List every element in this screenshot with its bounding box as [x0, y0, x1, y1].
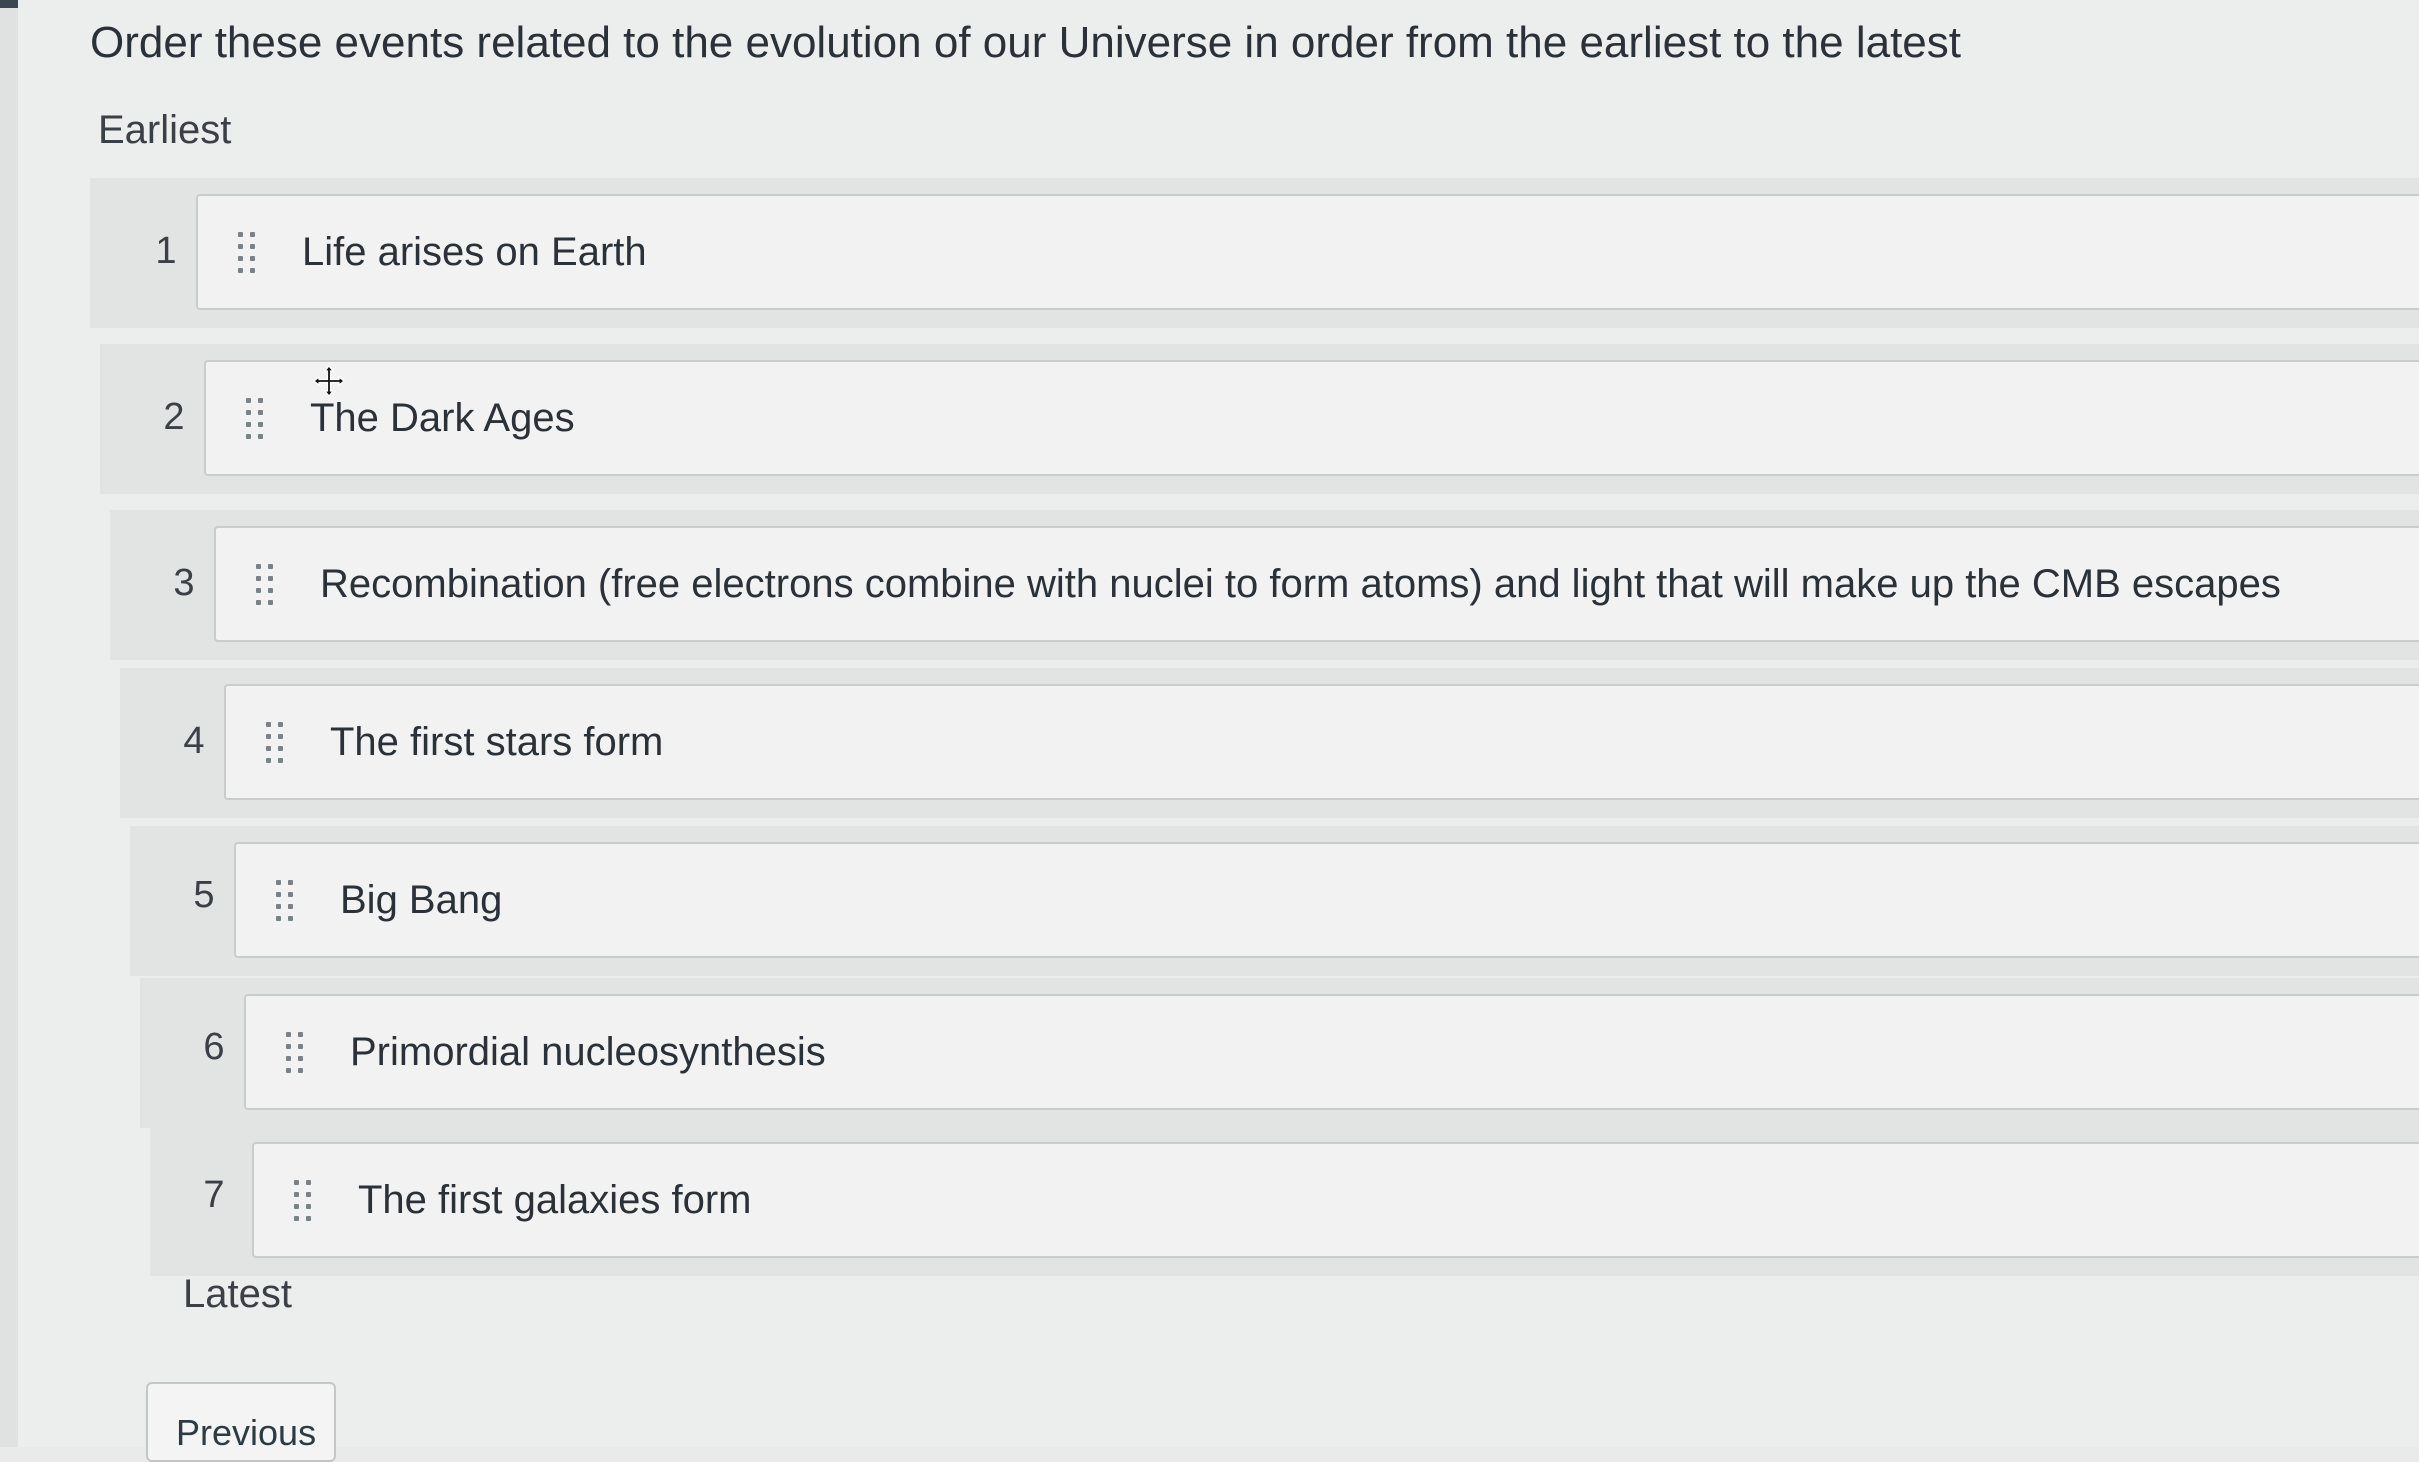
item-label: The first stars form: [330, 720, 664, 764]
item-label: Life arises on Earth: [302, 230, 647, 274]
item-label: Primordial nucleosynthesis: [350, 1030, 826, 1074]
draggable-item-life-arises[interactable]: Life arises on Earth: [196, 194, 2419, 310]
drag-handle-icon[interactable]: [256, 564, 278, 608]
latest-label: Latest: [183, 1272, 292, 1316]
item-label: Recombination (free electrons combine wi…: [320, 562, 2281, 606]
row-number: 2: [163, 396, 185, 438]
move-cursor-icon: [313, 365, 345, 397]
ordering-row: 3 Recombination (free electrons combine …: [110, 510, 2419, 660]
question-prompt: Order these events related to the evolut…: [90, 18, 1961, 67]
ordering-row: 6 Primordial nucleosynthesis: [140, 978, 2419, 1128]
draggable-item-dark-ages[interactable]: The Dark Ages: [204, 360, 2419, 476]
row-number: 5: [193, 874, 215, 916]
ordering-row: 7 The first galaxies form: [150, 1126, 2419, 1276]
draggable-item-recombination[interactable]: Recombination (free electrons combine wi…: [214, 526, 2419, 642]
draggable-item-big-bang[interactable]: Big Bang: [234, 842, 2419, 958]
row-number: 4: [183, 720, 205, 762]
row-number: 7: [203, 1174, 225, 1216]
draggable-item-nucleosynthesis[interactable]: Primordial nucleosynthesis: [244, 994, 2419, 1110]
ordering-row: 4 The first stars form: [120, 668, 2419, 818]
previous-button[interactable]: Previous: [146, 1382, 336, 1462]
drag-handle-icon[interactable]: [246, 398, 268, 442]
drag-handle-icon[interactable]: [238, 232, 260, 276]
left-edge-border: [0, 0, 20, 1447]
ordering-row: 5 Big Bang: [130, 826, 2419, 976]
draggable-item-first-stars[interactable]: The first stars form: [224, 684, 2419, 800]
question-area: Order these events related to the evolut…: [18, 0, 2419, 1462]
drag-handle-icon[interactable]: [294, 1180, 316, 1224]
ordering-row: 2 The Dark Ages: [100, 344, 2419, 494]
drag-handle-icon[interactable]: [286, 1032, 308, 1076]
item-label: The Dark Ages: [310, 396, 575, 440]
row-number: 3: [173, 562, 195, 604]
row-number: 1: [155, 230, 177, 272]
earliest-label: Earliest: [98, 108, 232, 152]
item-label: Big Bang: [340, 878, 503, 922]
drag-handle-icon[interactable]: [266, 722, 288, 766]
row-number: 6: [203, 1026, 225, 1068]
draggable-item-first-galaxies[interactable]: The first galaxies form: [252, 1142, 2419, 1258]
ordering-row: 1 Life arises on Earth: [90, 178, 2419, 328]
item-label: The first galaxies form: [358, 1178, 752, 1222]
drag-handle-icon[interactable]: [276, 880, 298, 924]
